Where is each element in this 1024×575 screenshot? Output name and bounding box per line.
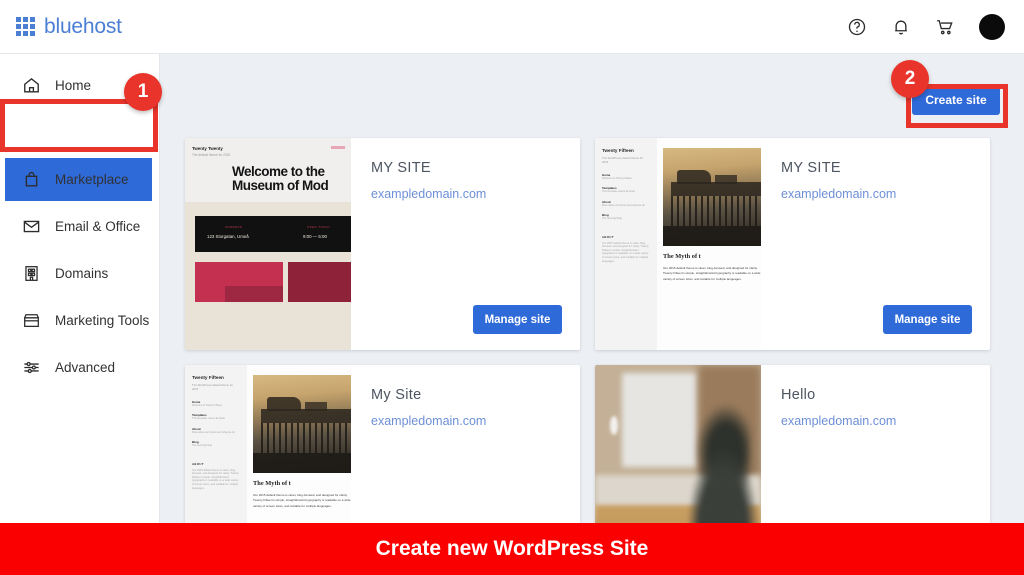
top-bar: bluehost bbox=[0, 0, 1024, 54]
preview-article-text: Our 2015 default theme is clean, blog-fo… bbox=[663, 266, 761, 281]
sidebar-item-label: Domains bbox=[55, 266, 109, 281]
site-thumbnail: Twenty Fifteen The WordPress default the… bbox=[595, 138, 761, 350]
brand-name: bluehost bbox=[44, 14, 122, 38]
account-avatar[interactable] bbox=[979, 13, 1005, 40]
notifications-bell-icon[interactable] bbox=[891, 17, 911, 37]
preview-about-heading: ABOUT bbox=[192, 461, 204, 466]
site-card-body: MY SITE exampledomain.com Manage site bbox=[351, 138, 580, 350]
preview-menu-desc: Welcome to Twenty Fifteen bbox=[602, 177, 633, 180]
preview-article-heading: The Myth of t bbox=[253, 480, 291, 487]
sliders-icon bbox=[24, 361, 39, 374]
sidebar-item-label: Marketing Tools bbox=[55, 313, 150, 328]
preview-info-label: OPEN TODAY bbox=[307, 225, 331, 229]
preview-nav-link bbox=[331, 146, 345, 149]
help-icon[interactable] bbox=[847, 17, 867, 37]
preview-color-block bbox=[288, 262, 351, 302]
envelope-icon bbox=[23, 220, 40, 233]
site-title: MY SITE bbox=[781, 160, 841, 176]
preview-article-heading: The Myth of t bbox=[663, 253, 701, 260]
preview-color-block bbox=[225, 286, 283, 302]
preview-menu-desc: The next big thing bbox=[602, 217, 622, 221]
site-card-body: MY SITE exampledomain.com Manage site bbox=[761, 138, 990, 350]
preview-menu-desc: The next big thing bbox=[192, 444, 212, 448]
site-card[interactable]: Twenty Twenty The default theme for 2020… bbox=[185, 138, 580, 350]
sidebar-item-marketing-tools[interactable]: Marketing Tools bbox=[0, 297, 159, 344]
site-card[interactable]: Twenty Fifteen The WordPress default the… bbox=[595, 138, 990, 350]
sidebar-item-label: Home bbox=[55, 78, 92, 93]
preview-photo-pier bbox=[253, 375, 351, 473]
annotation-badge-1: 1 bbox=[124, 73, 162, 111]
sidebar-item-label: My Sites bbox=[55, 125, 107, 140]
manage-site-button[interactable]: Manage site bbox=[473, 305, 562, 334]
preview-info-bar: ADDRESS 123 Storgatan, Umeå OPEN TODAY 9… bbox=[195, 216, 351, 252]
preview-theme-name: Twenty Fifteen bbox=[602, 148, 634, 153]
preview-about-heading: ABOUT bbox=[602, 234, 614, 239]
preview-menu-desc: More about our theme and what we do bbox=[602, 203, 645, 207]
sidebar-item-label: Marketplace bbox=[55, 172, 129, 187]
site-domain-link[interactable]: exampledomain.com bbox=[371, 414, 486, 428]
storefront-icon bbox=[24, 314, 39, 327]
building-icon bbox=[25, 266, 38, 281]
sidebar-item-email-office[interactable]: Email & Office bbox=[0, 203, 159, 250]
preview-photo-pier bbox=[663, 148, 761, 246]
preview-headline: Welcome to the Museum of Mod bbox=[232, 164, 329, 193]
preview-menu-desc: This template covers all posts bbox=[192, 417, 225, 421]
site-domain-link[interactable]: exampledomain.com bbox=[371, 187, 486, 201]
sidebar-item-label: Email & Office bbox=[55, 219, 141, 234]
main-content: My Sites Create site Twenty Twenty The d… bbox=[160, 54, 1024, 575]
sites-grid: Twenty Twenty The default theme for 2020… bbox=[185, 138, 990, 575]
preview-theme-name: Twenty Twenty bbox=[192, 146, 223, 151]
site-thumbnail: Twenty Twenty The default theme for 2020… bbox=[185, 138, 351, 350]
grid-dots-icon bbox=[16, 17, 35, 36]
sidebar-item-marketplace[interactable]: Marketplace bbox=[0, 156, 159, 203]
preview-theme-name: Twenty Fifteen bbox=[192, 375, 224, 380]
bluehost-my-sites-page: bluehost Home My Sites Marketplace Email… bbox=[0, 0, 1024, 575]
preview-about-text: Our 2015 default theme is clean, blog-fo… bbox=[602, 241, 649, 263]
preview-info-value: 123 Storgatan, Umeå bbox=[207, 234, 249, 239]
preview-info-label: ADDRESS bbox=[225, 225, 243, 229]
site-domain-link[interactable]: exampledomain.com bbox=[781, 414, 896, 428]
sidebar-item-domains[interactable]: Domains bbox=[0, 250, 159, 297]
top-bar-actions bbox=[847, 13, 1024, 40]
site-domain-link[interactable]: exampledomain.com bbox=[781, 187, 896, 201]
wordpress-icon bbox=[23, 124, 40, 141]
bottom-banner: Create new WordPress Site bbox=[0, 523, 1024, 575]
preview-menu-desc: This template covers all posts bbox=[602, 190, 635, 194]
shopping-cart-icon[interactable] bbox=[935, 17, 955, 37]
preview-about-text: Our 2015 default theme is clean, blog-fo… bbox=[192, 468, 239, 490]
preview-info-value: 9:00 — 5:00 bbox=[303, 234, 327, 239]
theme-preview-twenty-fifteen: Twenty Fifteen The WordPress default the… bbox=[595, 138, 761, 350]
sidebar-item-advanced[interactable]: Advanced bbox=[0, 344, 159, 391]
manage-site-button[interactable]: Manage site bbox=[883, 305, 972, 334]
brand-logo[interactable]: bluehost bbox=[0, 15, 122, 39]
preview-menu-desc: Welcome to Twenty Fifteen bbox=[192, 404, 223, 407]
preview-article-text: Our 2015 default theme is clean, blog-fo… bbox=[253, 493, 351, 508]
home-icon bbox=[24, 77, 39, 93]
preview-theme-tagline: The WordPress default theme for 2015 bbox=[602, 156, 644, 164]
preview-menu-desc: More about our theme and what we do bbox=[192, 430, 235, 434]
bottom-banner-text: Create new WordPress Site bbox=[375, 537, 649, 560]
site-title: MY SITE bbox=[371, 160, 431, 176]
bag-icon bbox=[25, 171, 38, 187]
preview-theme-tagline: The default theme for 2020 bbox=[192, 152, 231, 157]
sidebar-item-label: Advanced bbox=[55, 360, 116, 375]
site-title: My Site bbox=[371, 387, 422, 403]
preview-theme-tagline: The WordPress default theme for 2015 bbox=[192, 383, 234, 391]
annotation-badge-2: 2 bbox=[891, 60, 929, 98]
site-title: Hello bbox=[781, 387, 816, 403]
theme-preview-twenty-twenty: Twenty Twenty The default theme for 2020… bbox=[185, 138, 351, 350]
